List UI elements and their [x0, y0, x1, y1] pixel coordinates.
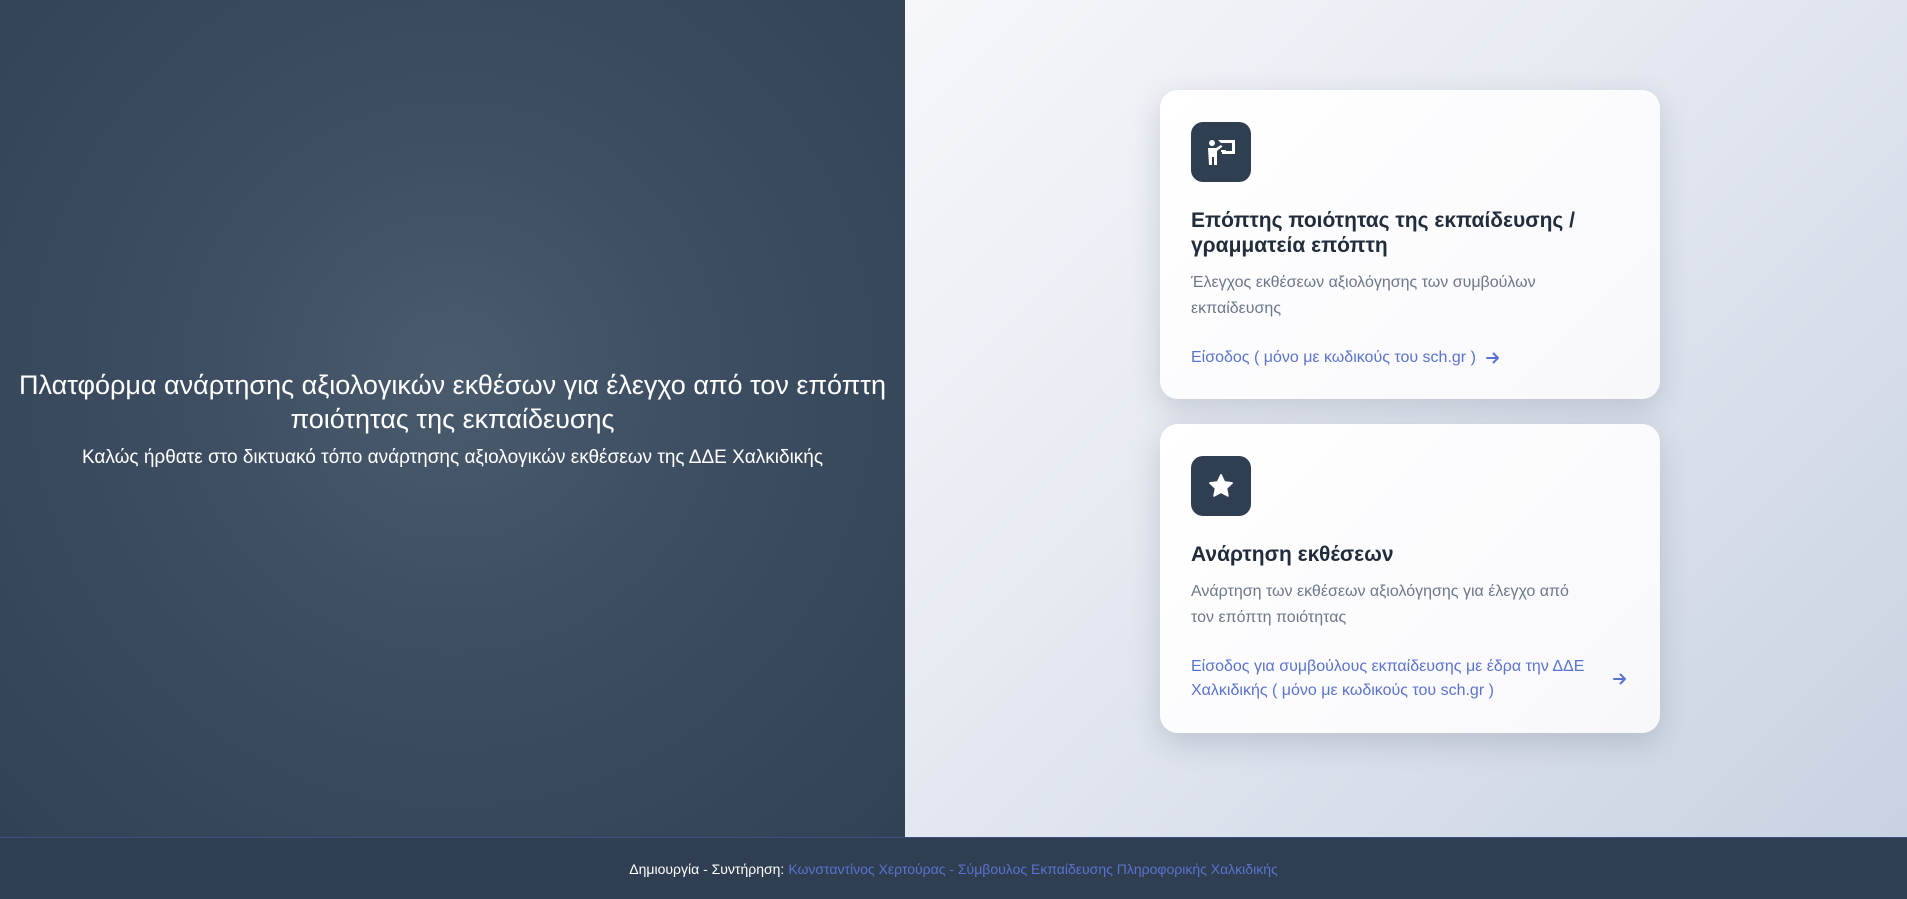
advisor-login-link-text: Είσοδος για συμβούλους εκπαίδευσης με έδ…	[1191, 658, 1585, 699]
supervisor-login-link-text: Είσοδος ( μόνο με κωδικούς του sch.gr )	[1191, 349, 1476, 366]
supervisor-login-link[interactable]: Είσοδος ( μόνο με κωδικούς του sch.gr )	[1191, 346, 1629, 370]
welcome-subtitle: Καλώς ήρθατε στο δικτυακό τόπο ανάρτησης…	[81, 446, 824, 468]
teacher-board-icon	[1191, 122, 1251, 182]
page-title: Πλατφόρμα ανάρτησης αξιολογικών εκθέσων …	[19, 369, 886, 434]
supervisor-card: Επόπτης ποιότητας της εκπαίδευσης / γραμ…	[1160, 90, 1660, 399]
upload-card: Ανάρτηση εκθέσεων Ανάρτηση των εκθέσεων …	[1160, 424, 1660, 733]
hero-panel: Πλατφόρμα ανάρτησης αξιολογικών εκθέσων …	[0, 0, 905, 837]
star-icon	[1191, 456, 1251, 516]
upload-card-title: Ανάρτηση εκθέσεων	[1191, 543, 1394, 566]
supervisor-card-description: Έλεγχος εκθέσεων αξιολόγησης των συμβούλ…	[1191, 274, 1536, 317]
advisor-login-link[interactable]: Είσοδος για συμβούλους εκπαίδευσης με έδ…	[1191, 655, 1629, 703]
arrow-right-icon	[1484, 349, 1502, 367]
footer: Δημιουργία - Συντήρηση: Κωνσταντίνος Χερ…	[0, 837, 1907, 899]
login-options-panel: Επόπτης ποιότητας της εκπαίδευσης / γραμ…	[905, 0, 1907, 837]
footer-label: Δημιουργία - Συντήρηση:	[629, 860, 785, 877]
supervisor-card-title: Επόπτης ποιότητας της εκπαίδευσης / γραμ…	[1191, 209, 1575, 257]
upload-card-description: Ανάρτηση των εκθέσεων αξιολόγησης για έλ…	[1191, 583, 1569, 626]
arrow-right-icon	[1611, 670, 1629, 688]
footer-author-link[interactable]: Κωνσταντίνος Χερτούρας - Σύμβουλος Εκπαί…	[788, 861, 1277, 877]
